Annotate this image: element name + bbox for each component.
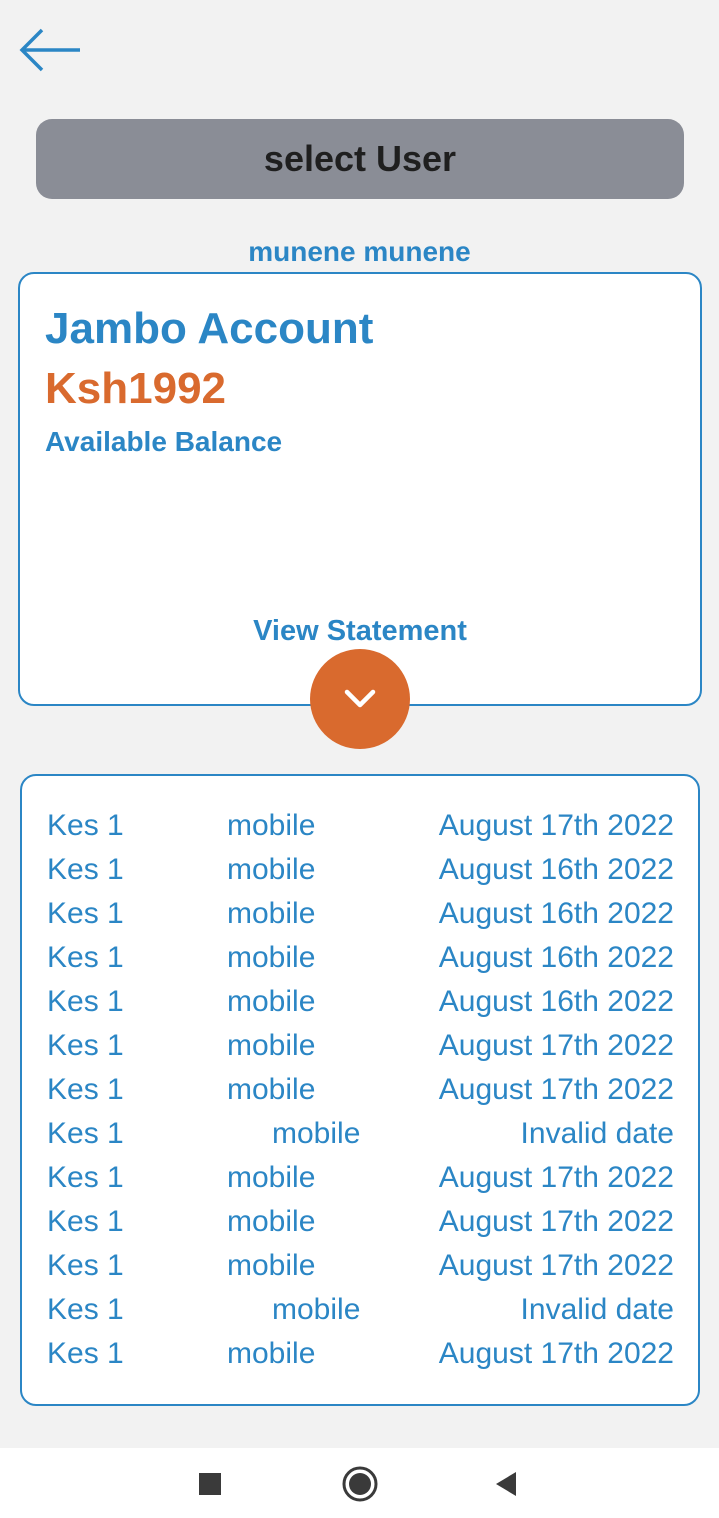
transaction-amount: Kes 1 <box>47 985 124 1018</box>
transaction-amount: Kes 1 <box>47 1337 124 1370</box>
statement-row: Kes 1 mobile August 17th 2022 <box>22 804 698 848</box>
transaction-channel: mobile <box>227 809 316 842</box>
transaction-amount: Kes 1 <box>47 1205 124 1238</box>
transaction-channel: mobile <box>227 897 316 930</box>
transaction-amount: Kes 1 <box>47 853 124 886</box>
transaction-channel: mobile <box>227 985 316 1018</box>
transaction-amount: Kes 1 <box>47 809 124 842</box>
recents-button[interactable] <box>186 1460 234 1508</box>
select-user-button[interactable]: select User <box>36 119 684 199</box>
transaction-channel: mobile <box>227 941 316 974</box>
transaction-date: August 17th 2022 <box>438 1205 674 1238</box>
transaction-channel: mobile <box>227 1337 316 1370</box>
home-button[interactable] <box>336 1460 384 1508</box>
select-user-label: select User <box>263 138 457 179</box>
statement-row: Kes 1 mobile August 17th 2022 <box>22 1024 698 1068</box>
transaction-date: August 16th 2022 <box>438 985 674 1018</box>
statement-row: Kes 1 mobile August 16th 2022 <box>22 980 698 1024</box>
transaction-date: August 17th 2022 <box>438 1337 674 1370</box>
user-name: munene munene <box>248 236 471 267</box>
transaction-channel: mobile <box>227 1205 316 1238</box>
transaction-amount: Kes 1 <box>47 1029 124 1062</box>
system-nav-bar <box>0 1448 719 1518</box>
statement-row: Kes 1 mobile August 16th 2022 <box>22 892 698 936</box>
statement-list: Kes 1 mobile August 17th 2022 Kes 1 mobile Au… <box>20 774 700 1406</box>
transaction-channel: mobile <box>227 853 316 886</box>
transaction-date: August 17th 2022 <box>438 1249 674 1282</box>
statement-row: Kes 1 mobile August 17th 2022 <box>22 1068 698 1112</box>
transaction-amount: Kes 1 <box>47 941 124 974</box>
statement-row: Kes 1 mobile August 17th 2022 <box>22 1200 698 1244</box>
transaction-date: August 17th 2022 <box>438 1161 674 1194</box>
chevron-down-icon <box>344 689 376 708</box>
transaction-date: August 16th 2022 <box>438 853 674 886</box>
transaction-channel: mobile <box>227 1161 316 1194</box>
transaction-date: August 16th 2022 <box>438 941 674 974</box>
arrow-left-icon <box>19 28 80 72</box>
transaction-amount: Kes 1 <box>47 1161 124 1194</box>
statement-row: Kes 1 mobile August 16th 2022 <box>22 936 698 980</box>
statement-row: Kes 1 mobile August 16th 2022 <box>22 848 698 892</box>
statement-row: Kes 1 mobile August 17th 2022 <box>22 1332 698 1376</box>
transaction-date: Invalid date <box>520 1117 674 1150</box>
statement-row: Kes 1 mobile August 17th 2022 <box>22 1156 698 1200</box>
statement-row: Kes 1 mobile Invalid date <box>22 1288 698 1332</box>
expand-statement-button[interactable] <box>310 649 410 749</box>
triangle-back-icon <box>496 1472 516 1496</box>
transaction-channel: mobile <box>227 1029 316 1062</box>
transaction-channel: mobile <box>272 1117 361 1150</box>
transaction-amount: Kes 1 <box>47 1073 124 1106</box>
statement-row: Kes 1 mobile August 17th 2022 <box>22 1244 698 1288</box>
nav-back-button[interactable] <box>482 1460 530 1508</box>
account-title: Jambo Account <box>45 304 374 353</box>
transaction-amount: Kes 1 <box>47 1293 124 1326</box>
transaction-date: August 16th 2022 <box>438 897 674 930</box>
transaction-date: August 17th 2022 <box>438 1073 674 1106</box>
transaction-channel: mobile <box>272 1293 361 1326</box>
account-card: Jambo Account Ksh1992 Available Balance … <box>18 272 702 706</box>
transaction-amount: Kes 1 <box>47 897 124 930</box>
back-button[interactable] <box>14 22 86 78</box>
transaction-amount: Kes 1 <box>47 1249 124 1282</box>
account-balance: Ksh1992 <box>45 364 227 413</box>
square-icon <box>199 1473 221 1495</box>
transaction-date: Invalid date <box>520 1293 674 1326</box>
statement-row: Kes 1 mobile Invalid date <box>22 1112 698 1156</box>
available-balance-label: Available Balance <box>45 426 283 457</box>
transaction-date: August 17th 2022 <box>438 809 674 842</box>
view-statement-link[interactable]: View Statement <box>20 612 700 650</box>
transaction-amount: Kes 1 <box>47 1117 124 1150</box>
transaction-channel: mobile <box>227 1249 316 1282</box>
transaction-date: August 17th 2022 <box>438 1029 674 1062</box>
circle-icon <box>342 1466 378 1502</box>
transaction-channel: mobile <box>227 1073 316 1106</box>
